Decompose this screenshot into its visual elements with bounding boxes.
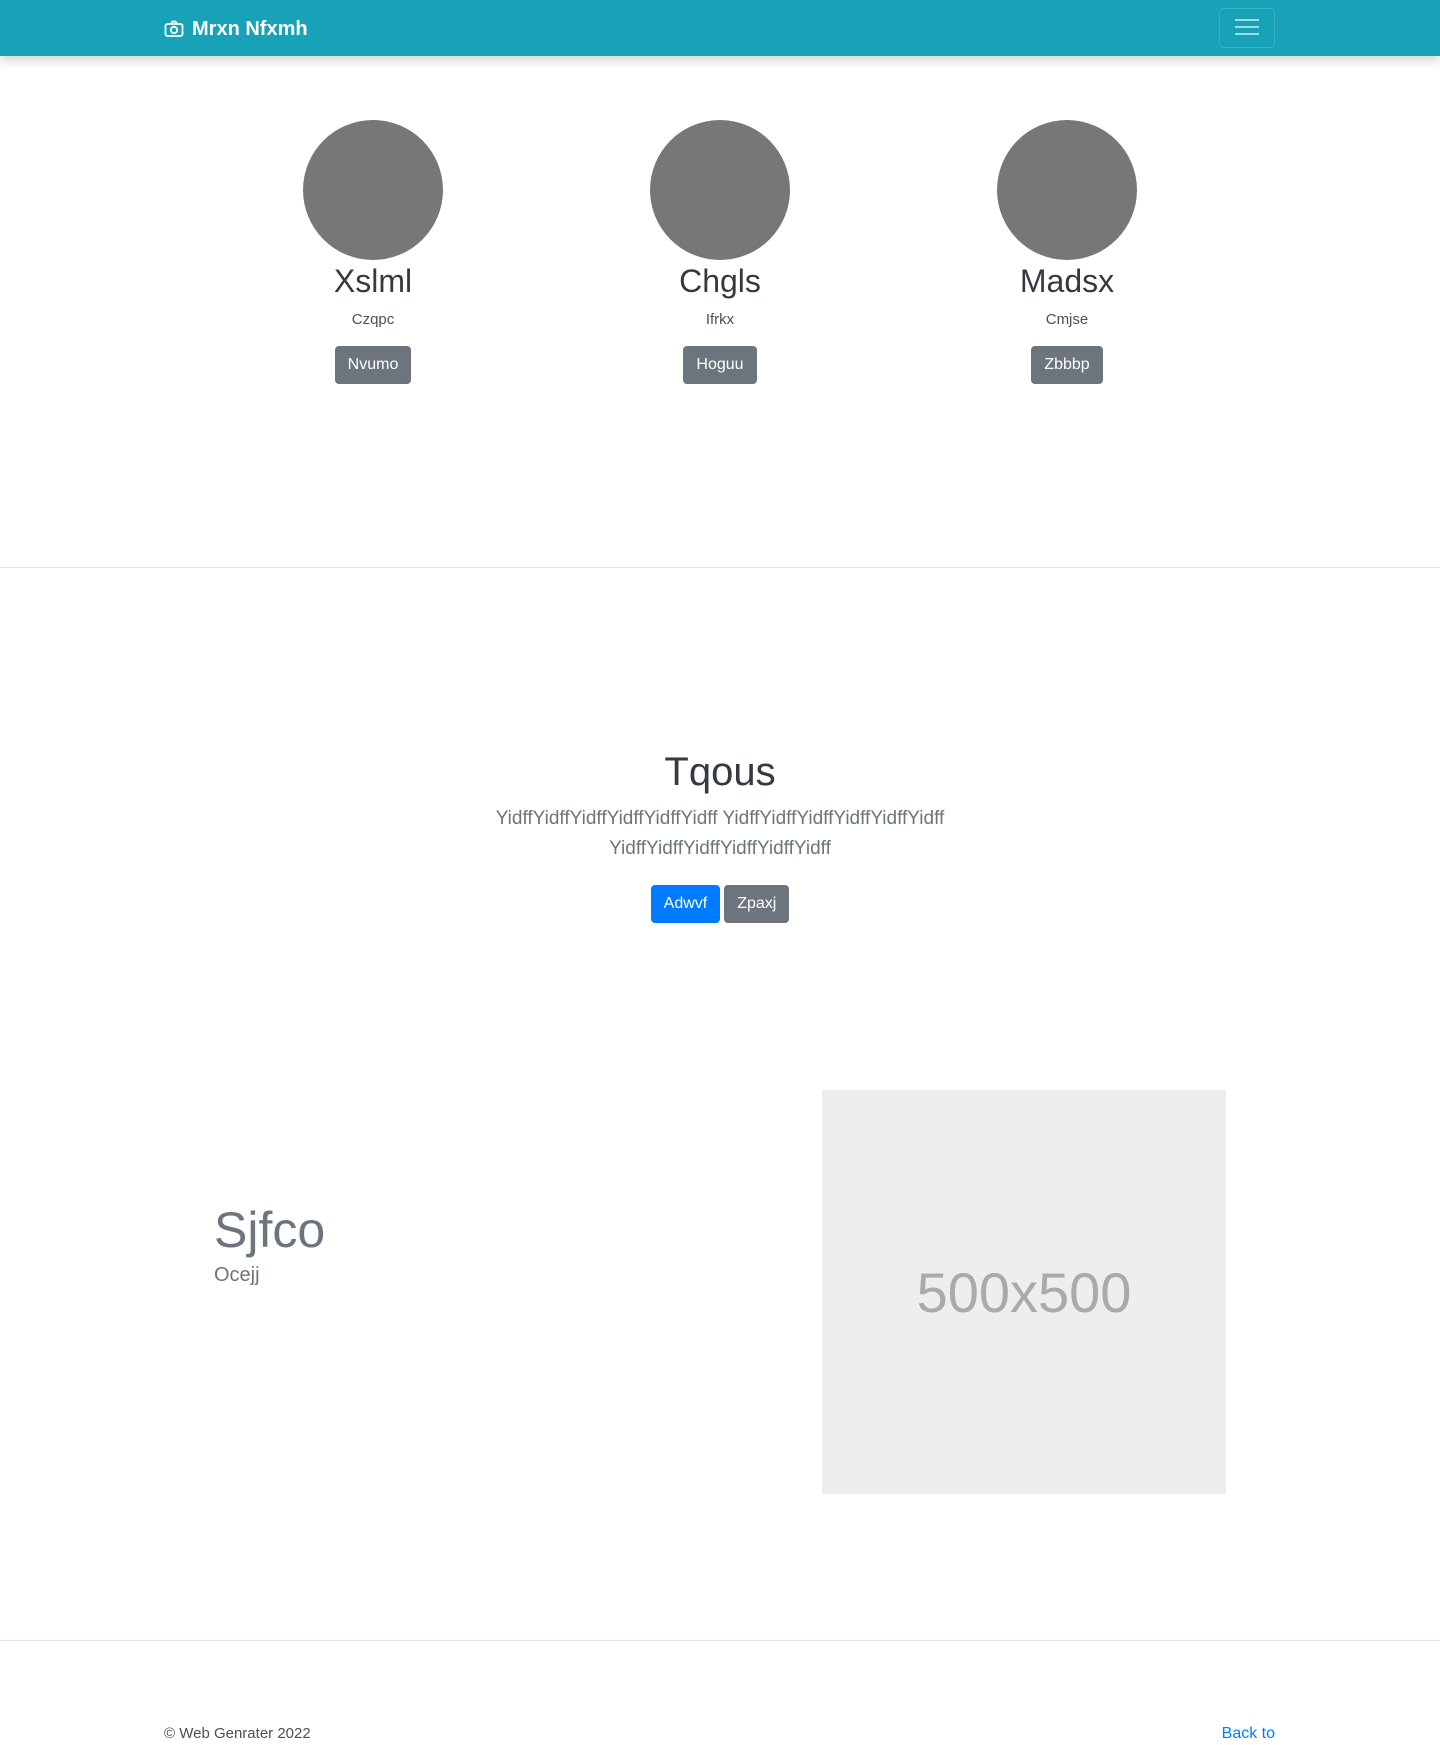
team-member-card: Xslml Czqpc Nvumo <box>243 120 503 384</box>
team-member-card: Madsx Cmjse Zbbbp <box>937 120 1197 384</box>
member-role: Czqpc <box>351 311 395 328</box>
placeholder-image-label: 500x500 <box>916 1260 1132 1324</box>
avatar <box>650 120 790 260</box>
feature-section: Sjfco Ocejj 500x500 <box>0 1090 1440 1494</box>
member-action-button[interactable]: Zbbbp <box>1031 346 1103 384</box>
footer: © Web Genrater 2022 Back to top <box>0 1640 1440 1745</box>
brand-link[interactable]: Mrxn Nfxmh <box>164 17 308 41</box>
placeholder-image: 500x500 <box>822 1090 1226 1494</box>
hero-lead: YidffYidffYidffYidffYidffYidff YidffYidf… <box>495 808 945 859</box>
member-action-button[interactable]: Nvumo <box>334 346 412 384</box>
navbar-toggler-button[interactable] <box>1219 8 1275 48</box>
member-name: Xslml <box>333 263 413 299</box>
feature-subtitle: Ocejj <box>214 1264 260 1286</box>
hero-secondary-button[interactable]: Zpaxj <box>724 885 790 923</box>
avatar <box>997 120 1137 260</box>
hero-button-group: Adwvf Zpaxj <box>0 885 1440 923</box>
hero-title: Tqous <box>664 750 776 794</box>
brand-name: Mrxn Nfxmh <box>192 17 308 40</box>
member-name: Madsx <box>1019 263 1115 299</box>
hero-primary-button[interactable]: Adwvf <box>650 885 721 923</box>
camera-icon <box>164 19 184 39</box>
member-role: Ifrkx <box>705 311 735 328</box>
member-action-button[interactable]: Hoguu <box>683 346 757 384</box>
hero-section: Tqous YidffYidffYidffYidffYidffYidff Yid… <box>0 569 1440 969</box>
member-name: Chgls <box>679 263 761 299</box>
feature-title: Sjfco <box>214 1202 326 1258</box>
navbar: Mrxn Nfxmh <box>0 0 1440 56</box>
hamburger-menu-icon <box>1234 17 1260 40</box>
avatar <box>303 120 443 260</box>
member-role: Cmjse <box>1045 311 1089 328</box>
copyright-text: © Web Genrater 2022 <box>164 1725 311 1742</box>
team-member-card: Chgls Ifrkx Hoguu <box>590 120 850 384</box>
back-to-top-link[interactable]: Back to top <box>1195 1724 1275 1745</box>
team-section: Xslml Czqpc Nvumo Chgls Ifrkx Hoguu Mads… <box>0 56 1440 568</box>
